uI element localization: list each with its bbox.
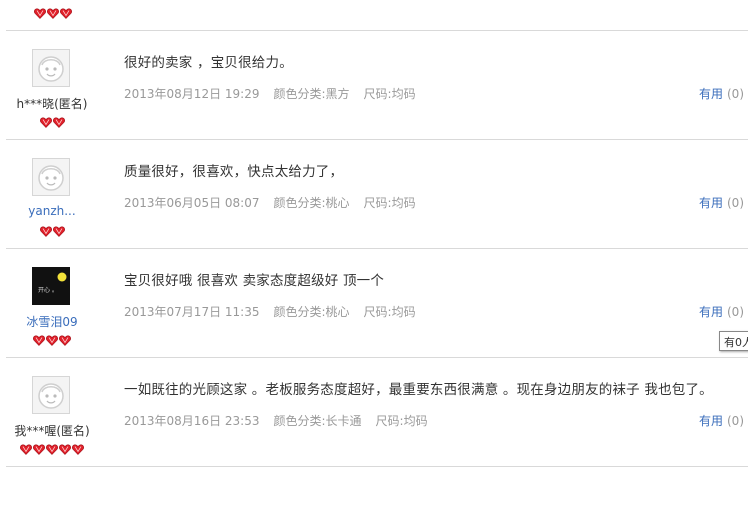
review-text: 很好的卖家 ，宝贝很给力。 — [124, 55, 293, 71]
review-color-class: 颜色分类:桃心 — [273, 196, 350, 210]
useful-count: (0) — [727, 196, 744, 210]
default-avatar-icon[interactable] — [32, 376, 70, 414]
avatar-caption: 开心 。 — [38, 287, 58, 294]
review-datetime: 2013年08月16日 23:53 — [124, 414, 260, 428]
credit-heart-icon — [33, 440, 45, 455]
review-item: 我***喔(匿名) 一如既往的光顾这家 。老板服务态度超好，最重要东西很满意 。… — [6, 357, 748, 467]
review-meta: 2013年07月17日 11:35 颜色分类:桃心 尺码:均码 — [124, 303, 430, 320]
buyer-credit-hearts — [6, 113, 98, 128]
reviewer-name[interactable]: 冰雪泪09 — [6, 313, 98, 330]
credit-heart-icon — [34, 4, 46, 19]
credit-heart-icon — [47, 4, 59, 19]
review-datetime: 2013年07月17日 11:35 — [124, 305, 260, 319]
review-text: 质量很好，很喜欢，快点太给力了， — [124, 164, 344, 180]
useful-count: (0) — [727, 414, 744, 428]
useful-vote: 有用 (0) — [699, 303, 744, 320]
buyer-credit-hearts — [6, 440, 98, 455]
reviewer-name: h***晓(匿名) — [16, 97, 88, 111]
credit-heart-icon — [52, 222, 65, 237]
default-avatar-icon[interactable] — [32, 158, 70, 196]
review-text: 一如既往的光顾这家 。老板服务态度超好，最重要东西很满意 。现在身边朋友的袜子 … — [124, 382, 713, 398]
custom-avatar-icon[interactable]: 开心 。 — [32, 267, 70, 305]
review-item: yanzh... 质量很好，很喜欢，快点太给力了， 2013年06月05日 08… — [6, 139, 748, 248]
credit-heart-icon — [39, 113, 52, 128]
review-item: 开心 。 冰雪泪09 宝贝很好哦 很喜欢 卖家态度超级好 顶一个 2013年07… — [6, 248, 748, 357]
credit-heart-icon — [46, 440, 58, 455]
review-size: 尺码:均码 — [363, 305, 416, 319]
useful-button[interactable]: 有用 — [699, 305, 723, 319]
review-datetime: 2013年08月12日 19:29 — [124, 87, 260, 101]
reviewer-name: 我***喔(匿名) — [14, 424, 90, 438]
credit-heart-icon — [60, 4, 72, 19]
review-text: 宝贝很好哦 很喜欢 卖家态度超级好 顶一个 — [124, 273, 385, 289]
review-color-class: 颜色分类:桃心 — [273, 305, 350, 319]
default-avatar-icon[interactable] — [32, 49, 70, 87]
review-item: h***晓(匿名) 很好的卖家 ，宝贝很给力。 2013年08月12日 19:2… — [6, 30, 748, 139]
useful-button[interactable]: 有用 — [699, 196, 723, 210]
credit-heart-icon — [59, 440, 71, 455]
credit-heart-icon — [33, 331, 45, 346]
credit-heart-icon — [46, 331, 58, 346]
useful-count: (0) — [727, 305, 744, 319]
review-size: 尺码:均码 — [363, 87, 416, 101]
credit-heart-icon — [72, 440, 84, 455]
previous-review-tail — [0, 0, 748, 30]
credit-heart-icon — [59, 331, 71, 346]
useful-count: (0) — [727, 87, 744, 101]
review-size: 尺码:均码 — [363, 196, 416, 210]
useful-vote: 有用 (0) — [699, 412, 744, 429]
review-color-class: 颜色分类:黑方 — [273, 87, 350, 101]
useful-vote: 有用 (0) — [699, 85, 744, 102]
useful-vote: 有用 (0) — [699, 194, 744, 211]
reviewer-name[interactable]: yanzh... — [6, 204, 98, 218]
buyer-credit-hearts — [6, 331, 98, 346]
review-meta: 2013年08月12日 19:29 颜色分类:黑方 尺码:均码 — [124, 85, 430, 102]
credit-heart-icon — [52, 113, 65, 128]
credit-heart-icon — [39, 222, 52, 237]
useful-tooltip: 有0人 — [719, 331, 748, 351]
review-color-class: 颜色分类:长卡通 — [273, 414, 362, 428]
useful-button[interactable]: 有用 — [699, 414, 723, 428]
buyer-credit-hearts — [34, 4, 72, 19]
review-size: 尺码:均码 — [375, 414, 428, 428]
review-datetime: 2013年06月05日 08:07 — [124, 196, 260, 210]
review-meta: 2013年06月05日 08:07 颜色分类:桃心 尺码:均码 — [124, 194, 430, 211]
credit-heart-icon — [20, 440, 32, 455]
buyer-credit-hearts — [6, 222, 98, 237]
review-meta: 2013年08月16日 23:53 颜色分类:长卡通 尺码:均码 — [124, 412, 442, 429]
useful-button[interactable]: 有用 — [699, 87, 723, 101]
